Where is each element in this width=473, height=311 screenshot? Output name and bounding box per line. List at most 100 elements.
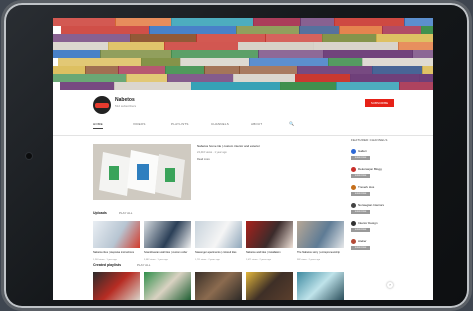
- tab-videos[interactable]: VIDEOS: [133, 122, 146, 126]
- banner-plank: [419, 74, 433, 82]
- banner-plank: [141, 58, 181, 66]
- video-thumbnail[interactable]: [246, 221, 293, 248]
- channel-avatar[interactable]: [93, 96, 111, 114]
- channel-banner: [53, 18, 433, 90]
- featured-channel-name[interactable]: Galleri: [358, 149, 367, 153]
- featured-channel-name[interactable]: Treverk Hus: [358, 185, 374, 189]
- playlist-thumbnail[interactable]: [297, 272, 344, 300]
- featured-video-thumbnail[interactable]: [93, 144, 191, 200]
- banner-plank: [239, 66, 298, 74]
- channel-avatar-icon[interactable]: [351, 239, 356, 244]
- featured-channel-item[interactable]: Treverk Hus SUBSCRIBE: [351, 184, 411, 198]
- video-title[interactable]: Nabetos tiles | stepwise instructions: [93, 251, 140, 254]
- featured-channel-name[interactable]: Atelier: [358, 239, 367, 243]
- featured-channel-subscribe-button[interactable]: SUBSCRIBE: [351, 174, 370, 178]
- playlist-thumbnail[interactable]: [195, 272, 242, 300]
- banner-plank: [118, 66, 166, 74]
- banner-plank: [236, 26, 300, 34]
- featured-channels-heading: FEATURED CHANNELS: [351, 138, 388, 142]
- tab-home[interactable]: HOME: [93, 122, 103, 129]
- featured-channel-item[interactable]: Galleri SUBSCRIBE: [351, 148, 411, 162]
- channel-avatar-icon[interactable]: [351, 167, 356, 172]
- youtube-channel-page: Nabetos 512 subscribers SUBSCRIBE HOME V…: [53, 18, 433, 300]
- banner-plank: [53, 66, 86, 74]
- featured-channel-subscribe-button[interactable]: SUBSCRIBE: [351, 246, 370, 250]
- banner-plank: [334, 18, 405, 26]
- banner-plank: [323, 50, 413, 58]
- playlist-thumbnail[interactable]: [246, 272, 293, 300]
- featured-channel-item[interactable]: Atelier SUBSCRIBE: [351, 238, 411, 252]
- video-meta: 2,071 views · 2 years ago: [246, 259, 271, 261]
- banner-plank: [297, 66, 373, 74]
- playlists-section-title[interactable]: Created playlists: [93, 263, 121, 267]
- video-title[interactable]: Stavenger apartments | colored tiles: [195, 251, 242, 254]
- banner-plank: [362, 58, 433, 66]
- banner-plank: [322, 34, 377, 42]
- banner-plank: [249, 58, 329, 66]
- banner-plank: [336, 82, 400, 90]
- channel-name[interactable]: Nabetos: [115, 97, 135, 103]
- banner-plank: [204, 66, 240, 74]
- banner-plank: [421, 26, 433, 34]
- playlist-thumbnail[interactable]: [144, 272, 191, 300]
- featured-channel-name[interactable]: Norwegian Interiors: [358, 203, 384, 207]
- featured-channel-name[interactable]: Interior Design: [358, 221, 378, 225]
- banner-plank: [376, 34, 433, 42]
- banner-plank: [412, 50, 433, 58]
- banner-plank: [167, 74, 234, 82]
- banner-plank: [382, 26, 422, 34]
- featured-read-more[interactable]: Read more: [197, 158, 210, 161]
- video-thumbnail[interactable]: [195, 221, 242, 248]
- banner-plank: [53, 34, 131, 42]
- banner-plank: [191, 82, 281, 90]
- featured-channel-item[interactable]: Norwegian Interiors SUBSCRIBE: [351, 202, 411, 216]
- banner-plank: [171, 18, 254, 26]
- playlists-play-all[interactable]: PLAY ALL: [137, 263, 150, 267]
- banner-plank: [350, 74, 420, 82]
- tab-playlists[interactable]: PLAYLISTS: [171, 122, 189, 126]
- tablet-bezel: Nabetos 512 subscribers SUBSCRIBE HOME V…: [4, 3, 469, 308]
- banner-plank: [130, 34, 197, 42]
- featured-channel-item[interactable]: Interior Design SUBSCRIBE: [351, 220, 411, 234]
- video-meta: 1,711 views · 2 years ago: [195, 259, 220, 261]
- video-title[interactable]: The Nabetos story | entrepreneurship: [297, 251, 344, 254]
- tab-channels[interactable]: CHANNELS: [211, 122, 229, 126]
- featured-channel-subscribe-button[interactable]: SUBSCRIBE: [351, 210, 370, 214]
- channel-avatar-icon[interactable]: [351, 221, 356, 226]
- chevron-right-icon[interactable]: ›: [387, 282, 393, 288]
- featured-channel-subscribe-button[interactable]: SUBSCRIBE: [351, 228, 370, 232]
- tab-about[interactable]: ABOUT: [251, 122, 262, 126]
- featured-channel-name[interactable]: Dekorasjon Blogg: [358, 167, 382, 171]
- banner-plank: [108, 42, 165, 50]
- uploads-section-title[interactable]: Uploads: [93, 211, 107, 215]
- banner-plank: [422, 66, 433, 74]
- banner-plank: [280, 82, 337, 90]
- featured-video-title[interactable]: Nabetos home tile | custom interior and …: [197, 144, 260, 148]
- banner-plank: [115, 18, 172, 26]
- video-thumbnail[interactable]: [297, 221, 344, 248]
- search-icon[interactable]: 🔍: [289, 121, 294, 126]
- channel-avatar-icon[interactable]: [351, 149, 356, 154]
- playlist-thumbnail[interactable]: [93, 272, 140, 300]
- video-title[interactable]: Nabetos wall tiles | installation: [246, 251, 293, 254]
- banner-plank: [295, 74, 351, 82]
- featured-channel-item[interactable]: Dekorasjon Blogg SUBSCRIBE: [351, 166, 411, 180]
- channel-avatar-icon[interactable]: [351, 185, 356, 190]
- banner-plank: [313, 42, 399, 50]
- subscriber-count: 512 subscribers: [115, 104, 137, 108]
- banner-plank: [53, 18, 116, 26]
- channel-avatar-icon[interactable]: [351, 203, 356, 208]
- featured-channel-subscribe-button[interactable]: SUBSCRIBE: [351, 192, 370, 196]
- featured-channel-subscribe-button[interactable]: SUBSCRIBE: [351, 156, 370, 160]
- banner-plank: [85, 66, 119, 74]
- uploads-play-all[interactable]: PLAY ALL: [119, 211, 132, 215]
- banner-plank: [238, 42, 314, 50]
- banner-plank: [328, 58, 363, 66]
- video-title[interactable]: Scandinavian wall tiles | custom order: [144, 251, 191, 254]
- featured-thumbnail-art: [93, 144, 191, 200]
- subscribe-button[interactable]: SUBSCRIBE: [365, 99, 394, 107]
- video-thumbnail[interactable]: [93, 221, 140, 248]
- video-thumbnail[interactable]: [144, 221, 191, 248]
- banner-plank: [53, 50, 101, 58]
- banner-plank: [180, 58, 250, 66]
